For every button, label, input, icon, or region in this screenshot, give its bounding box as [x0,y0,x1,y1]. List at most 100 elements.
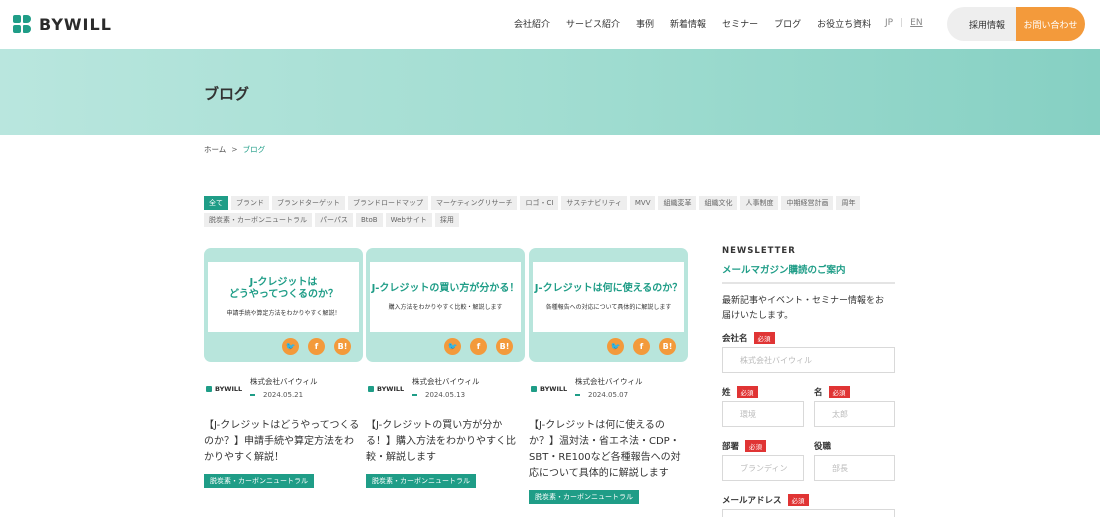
card-title[interactable]: 【J-クレジットの買い方が分かる！】購入方法をわかりやすく比較・解説します [366,418,523,466]
tag-btob[interactable]: BtoB [355,213,383,227]
thumbnail-title: J-クレジットは何に使えるのか？ [534,283,683,294]
tag-brand-target[interactable]: ブランドターゲット [272,196,345,210]
role-label: 役職 [814,440,831,452]
card-category-tag[interactable]: 脱炭素・カーボンニュートラル [529,490,639,504]
card-thumbnail[interactable]: J-クレジットは どうやってつくるのか？ 申請手続や算定方法をわかりやすく解説！… [204,248,363,362]
tag-recruitment[interactable]: 採用 [434,213,459,227]
company-label: 会社名 必須 [722,332,775,344]
tag-all[interactable]: 全て [204,196,228,210]
card-thumbnail[interactable]: J-クレジットは何に使えるのか？ 各種報告への対応について具体的に解説します 🐦… [529,248,688,362]
share-icons: 🐦 f B! [598,338,676,355]
share-icons: 🐦 f B! [273,338,351,355]
post-date-text: 2024.05.21 [263,391,304,399]
last-name-input[interactable]: 環境 [722,401,804,427]
category-tags: 全て ブランド ブランドターゲット ブランドロードマップ マーケティングリサーチ… [204,196,904,230]
nav-blog[interactable]: ブログ [774,17,801,30]
thumbnail-panel: J-クレジットは どうやってつくるのか？ 申請手続や算定方法をわかりやすく解説！ [208,262,359,332]
card-category-tag[interactable]: 脱炭素・カーボンニュートラル [366,474,476,488]
newsletter-panel: NEWSLETTER メールマガジン購読のご案内 最新記事やイベント・セミナー情… [722,246,895,324]
first-name-input[interactable]: 太郎 [814,401,895,427]
nav-seminar[interactable]: セミナー [722,17,758,30]
author-logo: BYWILL [206,385,242,393]
tag-purpose[interactable]: パーパス [315,213,353,227]
recruit-button[interactable]: 採用情報 [947,7,1027,41]
newsletter-description: 最新記事やイベント・セミナー情報をお届けいたします。 [722,296,885,321]
author-name: 株式会社バイウィル [575,377,643,386]
breadcrumb-home[interactable]: ホーム [204,144,226,155]
role-input[interactable]: 部長 [814,455,895,481]
nav-cases[interactable]: 事例 [636,17,654,30]
required-badge: 必須 [745,440,767,452]
lang-separator: | [900,18,904,28]
contact-button[interactable]: お問い合わせ [1016,7,1085,41]
card-meta: BYWILL 株式会社バイウィル 2024.05.13 [366,376,525,406]
tag-brand-roadmap[interactable]: ブランドロードマップ [348,196,428,210]
card-category-tag[interactable]: 脱炭素・カーボンニュートラル [204,474,314,488]
tag-sustainability[interactable]: サステナビリティ [561,196,627,210]
main-nav: 会社紹介 サービス紹介 事例 新着情報 セミナー ブログ お役立ち資料 [514,17,887,30]
email-input[interactable] [722,509,895,517]
facebook-icon[interactable]: f [308,338,325,355]
required-badge: 必須 [787,494,809,506]
tag-row: 全て ブランド ブランドターゲット ブランドロードマップ マーケティングリサーチ… [204,196,904,210]
card-title[interactable]: 【J-クレジットはどうやってつくるのか？】申請手続や算定方法をわかりやすく解説！ [204,418,361,466]
tag-org-change[interactable]: 組織変革 [658,196,697,210]
card-title[interactable]: 【J-クレジットは何に使えるのか？】温対法・省エネ法・CDP・SBT・RE100… [529,418,686,482]
tag-brand[interactable]: ブランド [231,196,269,210]
twitter-icon[interactable]: 🐦 [607,338,624,355]
page-title: ブログ [204,85,250,103]
tag-org-culture[interactable]: 組織文化 [699,196,738,210]
first-name-label-text: 名 [814,388,823,398]
department-input[interactable]: ブランディン [722,455,804,481]
nav-company[interactable]: 会社紹介 [514,17,550,30]
author-name: 株式会社バイウィル [250,377,318,386]
post-date: 2024.05.21 [250,391,303,399]
newsletter-heading: メールマガジン購読のご案内 [722,262,895,284]
company-label-text: 会社名 [722,334,748,344]
card-meta: BYWILL 株式会社バイウィル 2024.05.07 [529,376,688,406]
company-input[interactable]: 株式会社バイウィル [722,347,895,373]
tag-mvv[interactable]: MVV [629,196,656,210]
department-label-text: 部署 [722,442,740,452]
email-label-text: メールアドレス [722,496,782,506]
twitter-icon[interactable]: 🐦 [444,338,461,355]
tag-mid-term-plan[interactable]: 中期経営計画 [781,196,834,210]
author-logo-text: BYWILL [540,385,568,393]
breadcrumb-separator: > [231,145,238,154]
required-badge: 必須 [736,386,758,398]
card-thumbnail[interactable]: J-クレジットの買い方が分かる！ 購入方法をわかりやすく比較・解説します 🐦 f… [366,248,525,362]
hatena-bookmark-icon[interactable]: B! [496,338,513,355]
nav-resources[interactable]: お役立ち資料 [817,17,871,30]
nav-services[interactable]: サービス紹介 [566,17,620,30]
blog-card[interactable]: J-クレジットの買い方が分かる！ 購入方法をわかりやすく比較・解説します 🐦 f… [366,248,525,488]
thumbnail-subtitle: 申請手続や算定方法をわかりやすく解説！ [226,310,341,317]
thumbnail-subtitle: 購入方法をわかりやすく比較・解説します [388,304,503,311]
lang-jp[interactable]: JP [885,18,893,28]
tag-website[interactable]: Webサイト [385,213,432,227]
blog-card[interactable]: J-クレジットは どうやってつくるのか？ 申請手続や算定方法をわかりやすく解説！… [204,248,363,488]
post-date: 2024.05.07 [575,391,628,399]
post-date-text: 2024.05.07 [588,391,629,399]
tag-hr-system[interactable]: 人事制度 [740,196,779,210]
facebook-icon[interactable]: f [470,338,487,355]
author-logo: BYWILL [531,385,567,393]
role-label-text: 役職 [814,442,832,452]
twitter-icon[interactable]: 🐦 [282,338,299,355]
share-icons: 🐦 f B! [435,338,513,355]
blog-card[interactable]: J-クレジットは何に使えるのか？ 各種報告への対応について具体的に解説します 🐦… [529,248,688,504]
bywill-logo[interactable]: BYWILL [13,13,112,35]
thumbnail-panel: J-クレジットは何に使えるのか？ 各種報告への対応について具体的に解説します [533,262,684,332]
tag-logo-ci[interactable]: ロゴ・CI [520,196,559,210]
post-date: 2024.05.13 [412,391,465,399]
hatena-bookmark-icon[interactable]: B! [334,338,351,355]
required-badge: 必須 [828,386,850,398]
facebook-icon[interactable]: f [633,338,650,355]
tag-decarbonization[interactable]: 脱炭素・カーボンニュートラル [204,213,312,227]
post-date-text: 2024.05.13 [425,391,466,399]
nav-news[interactable]: 新着情報 [670,17,706,30]
lang-en[interactable]: EN [910,18,922,28]
tag-anniversary[interactable]: 周年 [836,196,861,210]
tag-marketing-research[interactable]: マーケティングリサーチ [431,196,518,210]
thumbnail-title: J-クレジットは どうやってつくるのか？ [228,277,339,300]
hatena-bookmark-icon[interactable]: B! [659,338,676,355]
